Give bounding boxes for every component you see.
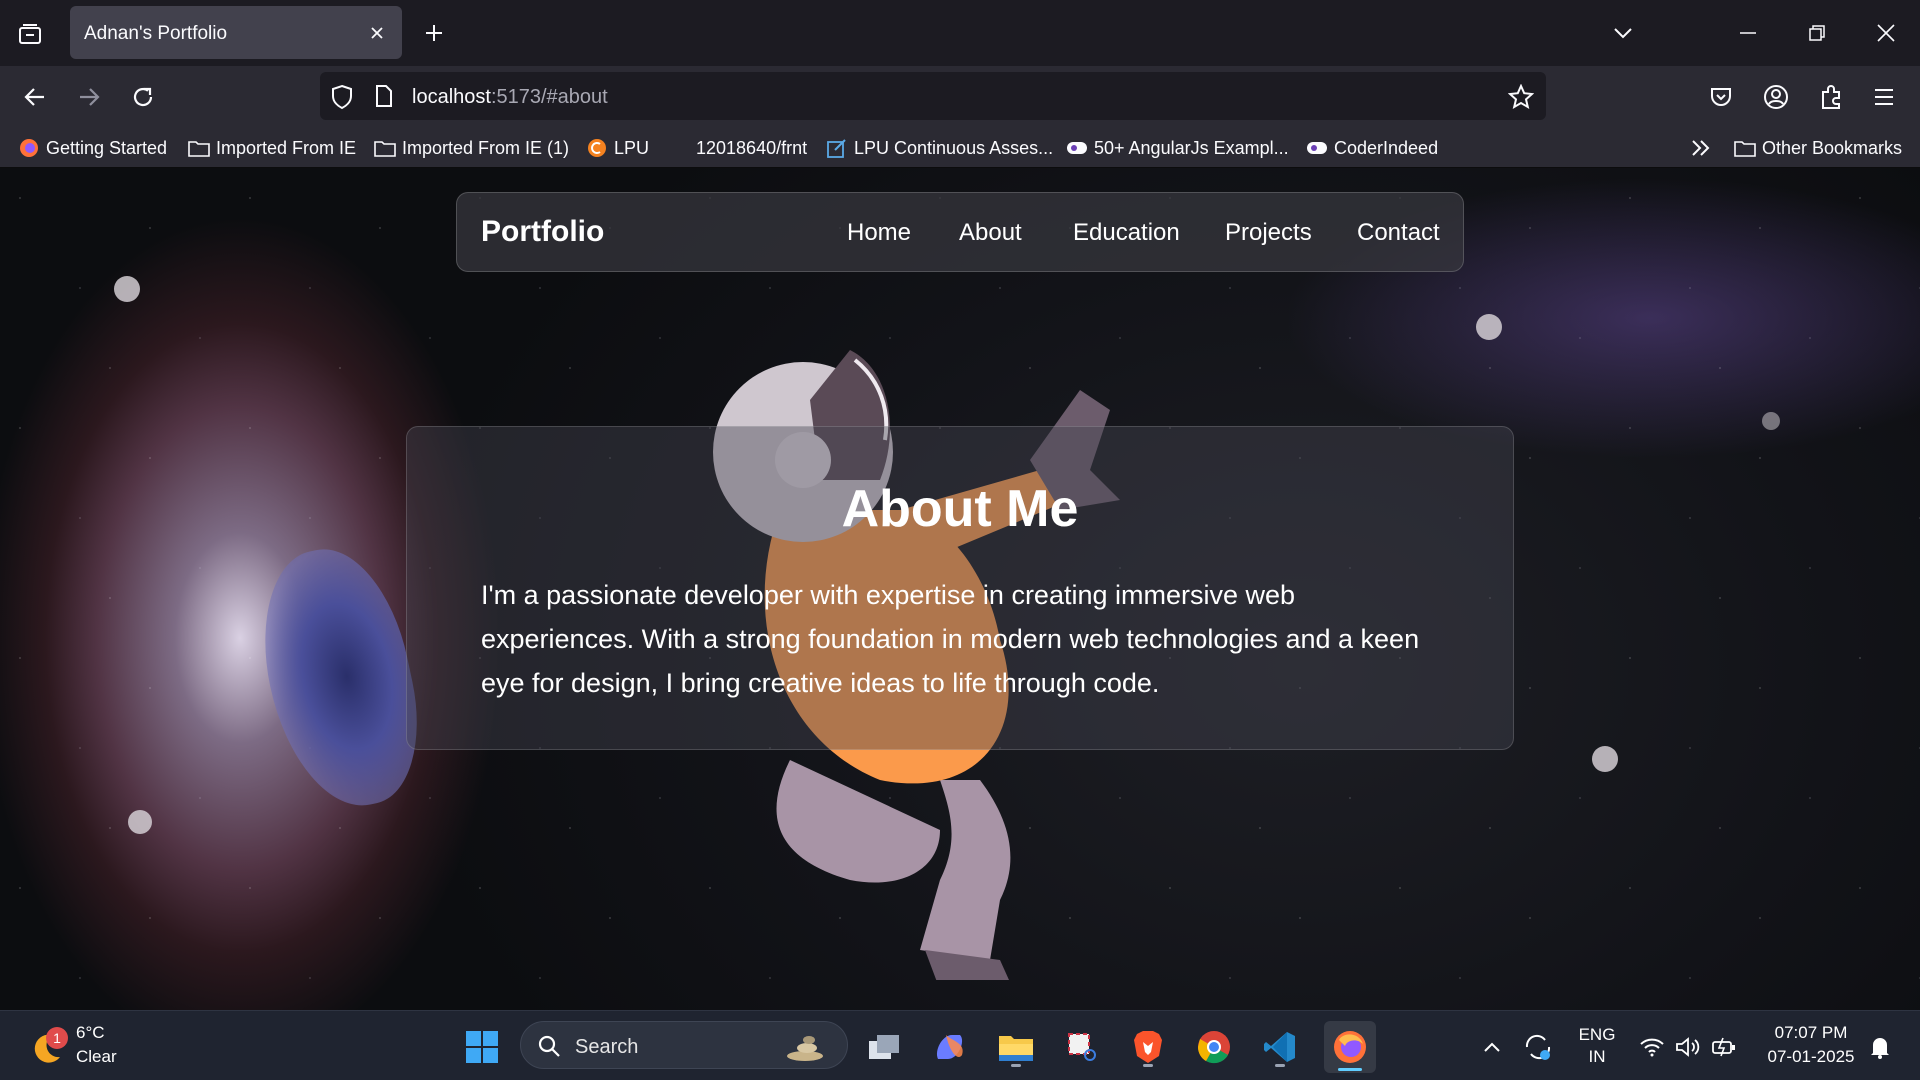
notification-bell-icon[interactable] (1858, 1025, 1902, 1069)
firefox-icon (18, 137, 40, 159)
other-bookmarks[interactable]: Other Bookmarks (1734, 136, 1902, 160)
about-description: I'm a passionate developer with expertis… (481, 580, 1420, 698)
restore-icon[interactable] (1800, 17, 1834, 49)
clock-time: 07:07 PM (1774, 1023, 1848, 1042)
extensions-icon[interactable] (1814, 80, 1848, 114)
minimize-icon[interactable] (1731, 17, 1765, 49)
nav-link-about[interactable]: About (959, 219, 1022, 247)
folder-icon (1734, 137, 1756, 159)
weather-temperature: 6°C (76, 1023, 105, 1042)
bookmark-angularjs[interactable]: 50+ AngularJs Exampl... (1066, 136, 1289, 160)
browser-nav-bar: localhost:5173/#about (0, 66, 1920, 128)
brave-browser-icon[interactable] (1126, 1025, 1170, 1069)
search-icon (537, 1034, 561, 1063)
site-icon (1306, 137, 1328, 159)
bookmark-imported-from-ie[interactable]: Imported From IE (188, 136, 356, 160)
snipping-tool-icon[interactable] (1060, 1025, 1104, 1069)
search-highlight-icon (783, 1030, 827, 1067)
page-icon[interactable] (374, 84, 394, 113)
double-chevron-icon[interactable] (1690, 136, 1712, 160)
nav-link-education[interactable]: Education (1073, 219, 1180, 247)
firefox-taskbar-icon[interactable] (1324, 1021, 1376, 1073)
nav-link-home[interactable]: Home (847, 219, 911, 247)
lpu-icon (586, 137, 608, 159)
clock-date: 07-01-2025 (1767, 1047, 1855, 1066)
weather-description: Clear (76, 1047, 117, 1066)
search-placeholder: Search (575, 1036, 639, 1058)
bookmark-star-icon[interactable] (1507, 83, 1535, 115)
blank-page-icon (668, 137, 690, 159)
nav-link-projects[interactable]: Projects (1225, 219, 1312, 247)
account-icon[interactable] (1759, 80, 1793, 114)
bookmark-getting-started[interactable]: Getting Started (18, 136, 167, 160)
bookmark-12018640-frnt[interactable]: 12018640/frnt (668, 136, 807, 160)
floating-orb (1762, 412, 1780, 430)
windows-taskbar: 1 6°C Clear Search ENG IN 07:07 PM 07-01… (0, 1010, 1920, 1080)
close-window-icon[interactable] (1869, 17, 1903, 49)
folder-icon (374, 137, 396, 159)
browser-tab-bar: Adnan's Portfolio (0, 0, 1920, 66)
sync-icon[interactable] (1516, 1025, 1560, 1069)
url-text[interactable]: localhost:5173/#about (412, 86, 608, 109)
bookmark-imported-from-ie-1[interactable]: Imported From IE (1) (374, 136, 569, 160)
taskbar-search[interactable]: Search (520, 1021, 848, 1069)
weather-badge: 1 (46, 1027, 68, 1049)
nav-link-contact[interactable]: Contact (1357, 219, 1440, 247)
chrome-icon[interactable] (1192, 1025, 1236, 1069)
vscode-icon[interactable] (1258, 1025, 1302, 1069)
floating-orb (128, 810, 152, 834)
forward-arrow-icon[interactable] (72, 80, 106, 114)
file-explorer-icon[interactable] (994, 1025, 1038, 1069)
site-brand[interactable]: Portfolio (481, 215, 604, 249)
folder-icon (188, 137, 210, 159)
floating-orb (114, 276, 140, 302)
bookmark-lpu-continuous[interactable]: LPU Continuous Asses... (826, 136, 1053, 160)
windows-start-icon[interactable] (460, 1025, 504, 1069)
new-tab-icon[interactable] (418, 17, 450, 49)
active-tab[interactable]: Adnan's Portfolio (70, 6, 402, 59)
bookmark-coderindeed[interactable]: CoderIndeed (1306, 136, 1438, 160)
tab-list-icon[interactable] (14, 18, 46, 50)
task-view-icon[interactable] (862, 1025, 906, 1069)
close-tab-icon[interactable] (364, 20, 390, 46)
back-arrow-icon[interactable] (18, 80, 52, 114)
battery-icon[interactable] (1702, 1025, 1746, 1069)
menu-icon[interactable] (1867, 80, 1901, 114)
tracking-shield-icon[interactable] (330, 84, 354, 115)
pocket-icon[interactable] (1704, 80, 1738, 114)
page-viewport: Portfolio Home About Education Projects … (0, 168, 1920, 1010)
about-title: About Me (841, 480, 1079, 538)
floating-orb (1592, 746, 1618, 772)
floating-orb (1476, 314, 1502, 340)
site-navbar: Portfolio Home About Education Projects … (456, 192, 1464, 272)
bookmarks-toolbar: Getting Started Imported From IE Importe… (0, 128, 1920, 168)
show-hidden-icons[interactable] (1470, 1025, 1514, 1069)
copilot-icon[interactable] (928, 1025, 972, 1069)
reload-icon[interactable] (126, 80, 160, 114)
site-icon (1066, 137, 1088, 159)
about-section: About Me I'm a passionate developer with… (406, 426, 1514, 750)
bookmark-lpu[interactable]: LPU (586, 136, 649, 160)
chevron-down-icon[interactable] (1606, 17, 1640, 49)
url-bar[interactable]: localhost:5173/#about (320, 72, 1546, 120)
edit-icon (826, 137, 848, 159)
tab-title: Adnan's Portfolio (84, 23, 228, 44)
